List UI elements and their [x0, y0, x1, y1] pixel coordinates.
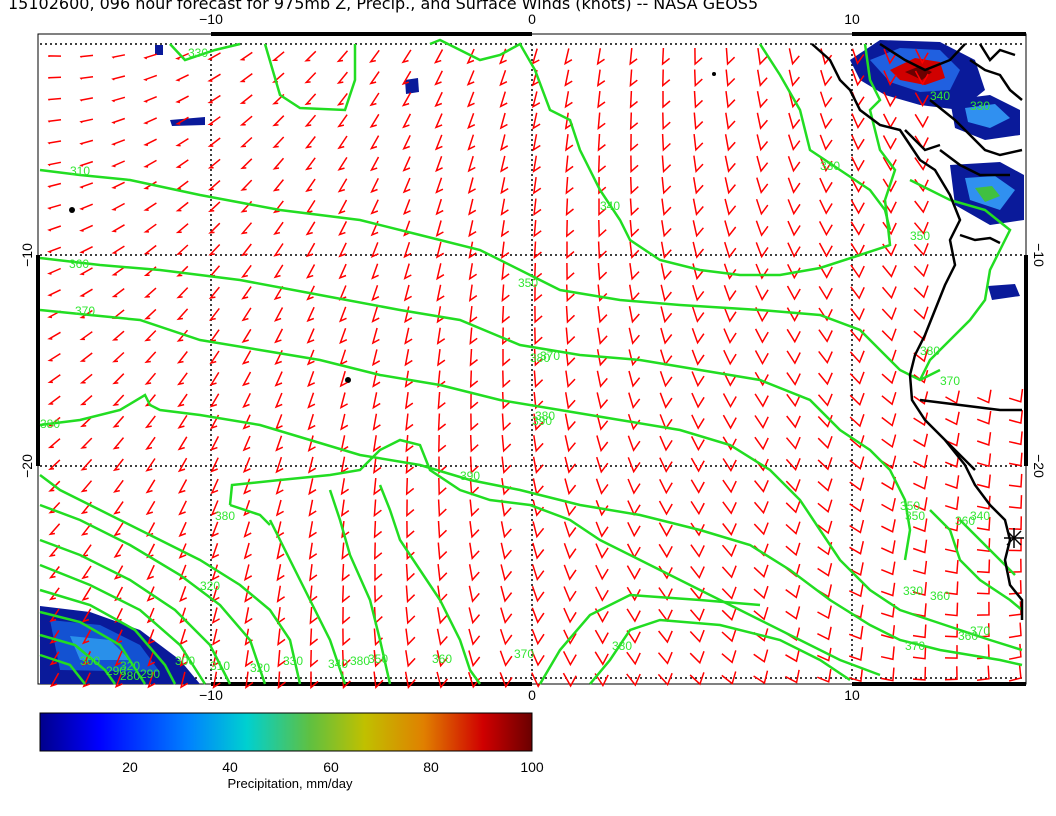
colorbar — [39, 712, 533, 752]
top-tick-left: −10 — [199, 11, 223, 27]
contour-label: 350 — [368, 652, 388, 666]
right-tick-upper: −10 — [1031, 243, 1047, 267]
contour-label: 380 — [920, 344, 940, 358]
contour-label: 350 — [905, 509, 925, 523]
contour-label: 310 — [210, 659, 230, 673]
contour-label: 300 — [80, 654, 100, 668]
contour-label: 370 — [940, 374, 960, 388]
colorbar-tick-60: 60 — [323, 759, 339, 775]
bottom-tick-mid: 0 — [528, 687, 536, 703]
contour-label: 330 — [283, 654, 303, 668]
contour-label: 330 — [903, 584, 923, 598]
contour-label: 340 — [600, 199, 620, 213]
contour-label: 350 — [910, 229, 930, 243]
contour-label: 370 — [970, 624, 990, 638]
contour-label: 310 — [70, 164, 90, 178]
contour-label: 360 — [432, 652, 452, 666]
contour-label: 300 — [175, 654, 195, 668]
location-star-marker — [1004, 528, 1024, 548]
contour-label: 370 — [905, 639, 925, 653]
contour-label: 340 — [328, 657, 348, 671]
contour-label: 380 — [350, 654, 370, 668]
contour-label: 330 — [820, 159, 840, 173]
bottom-tick-right: 10 — [844, 687, 860, 703]
contour-label: 380 — [535, 409, 555, 423]
contour-label: 320 — [200, 579, 220, 593]
contour-label: 370 — [514, 647, 534, 661]
contour-label: 320 — [250, 661, 270, 675]
contour-label: 340 — [930, 89, 950, 103]
contour-label: 360 — [955, 514, 975, 528]
colorbar-label: Precipitation, mm/day — [227, 776, 353, 791]
contour-label: 330 — [188, 46, 208, 60]
right-tick-lower: −20 — [1031, 454, 1047, 478]
contour-label: 290 — [140, 667, 160, 681]
colorbar-tick-80: 80 — [423, 759, 439, 775]
contour-label: 360 — [930, 589, 950, 603]
top-tick-right: 10 — [844, 11, 860, 27]
bottom-tick-left: −10 — [199, 687, 223, 703]
contour-label: 330 — [970, 99, 990, 113]
contour-label: 380 — [612, 639, 632, 653]
left-tick-lower: −20 — [19, 454, 35, 478]
contour-label: 350 — [518, 276, 538, 290]
top-tick-mid: 0 — [528, 11, 536, 27]
forecast-map: 3303303403503603703803903803803903803703… — [19, 11, 1047, 775]
contour-label: 320 — [120, 659, 140, 673]
contour-label: 380 — [215, 509, 235, 523]
colorbar-tick-20: 20 — [122, 759, 138, 775]
colorbar-tick-40: 40 — [222, 759, 238, 775]
contour-label: 390 — [460, 469, 480, 483]
colorbar-tick-100: 100 — [520, 759, 544, 775]
contour-label: 360 — [69, 257, 89, 271]
contour-label: 370 — [75, 304, 95, 318]
contour-label: 380 — [40, 417, 60, 431]
contour-label: 370 — [540, 349, 560, 363]
left-tick-upper: −10 — [19, 243, 35, 267]
